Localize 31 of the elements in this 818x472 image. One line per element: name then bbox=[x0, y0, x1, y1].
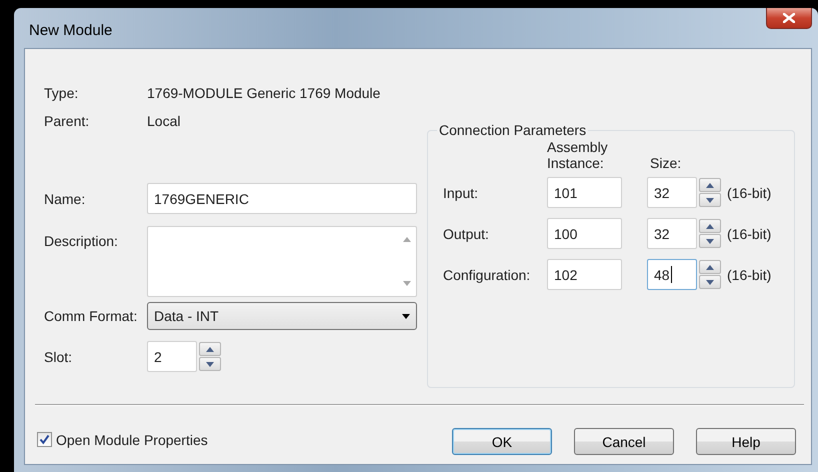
field-label: Type: bbox=[44, 84, 80, 102]
size-field[interactable]: 48 bbox=[647, 259, 697, 290]
field-label: Comm Format: bbox=[44, 308, 138, 324]
unit-label: (16-bit) bbox=[727, 184, 772, 200]
unit-label: (16-bit) bbox=[727, 226, 772, 242]
column-header: Assembly Instance: bbox=[547, 139, 609, 171]
checkbox-label[interactable]: Open Module Properties bbox=[56, 432, 208, 448]
unit-label: (16-bit) bbox=[727, 266, 772, 282]
dialog-button[interactable]: Help bbox=[696, 428, 796, 455]
field-value: Local bbox=[147, 112, 180, 130]
column-header: Size: bbox=[650, 155, 682, 171]
row-label: Input: bbox=[443, 184, 480, 200]
size-field[interactable]: 32 bbox=[647, 218, 697, 249]
dialog-button[interactable]: Cancel bbox=[574, 428, 674, 455]
field-value: 1769-MODULE Generic 1769 Module bbox=[147, 84, 380, 102]
assembly-instance-field[interactable]: 100 bbox=[547, 218, 622, 249]
group-title: Connection Parameters bbox=[438, 122, 588, 138]
row-label: Configuration: bbox=[443, 266, 532, 282]
field-label: Name: bbox=[44, 190, 86, 206]
assembly-instance-field[interactable]: 102 bbox=[547, 259, 622, 290]
field-label: Description: bbox=[44, 232, 119, 249]
row-label: Output: bbox=[443, 226, 490, 242]
field-label: Parent: bbox=[44, 112, 90, 130]
slot-field[interactable]: 2 bbox=[147, 341, 197, 372]
field-label: Slot: bbox=[44, 348, 74, 364]
window-title: New Module bbox=[28, 21, 112, 39]
comm-format-dropdown[interactable]: Data - INT bbox=[147, 302, 417, 330]
size-field[interactable]: 32 bbox=[647, 177, 697, 208]
dialog-button[interactable]: OK bbox=[452, 428, 552, 455]
name-field[interactable]: 1769GENERIC bbox=[147, 183, 417, 214]
assembly-instance-field[interactable]: 101 bbox=[547, 177, 622, 208]
